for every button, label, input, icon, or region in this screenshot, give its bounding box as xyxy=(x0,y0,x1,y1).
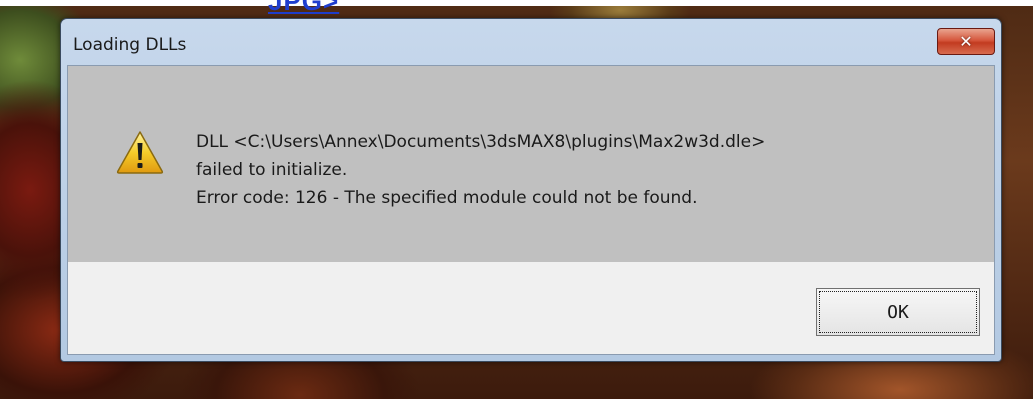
message-line-failed: failed to initialize. xyxy=(196,160,348,180)
warning-icon xyxy=(116,131,164,174)
ok-button-label: OK xyxy=(887,301,909,323)
message-line-dll-path: DLL <C:\Users\Annex\Documents\3dsMAX8\pl… xyxy=(196,132,766,152)
dialog-client-area: DLL <C:\Users\Annex\Documents\3dsMAX8\pl… xyxy=(67,65,995,355)
error-dialog: Loading DLLs ✕ DLL <C:\Users\Annex\Docum… xyxy=(60,18,1002,362)
close-icon: ✕ xyxy=(959,31,973,51)
message-area: DLL <C:\Users\Annex\Documents\3dsMAX8\pl… xyxy=(68,66,994,262)
background-link-fragment[interactable]: JPG> xyxy=(268,0,339,17)
bottom-white-strip xyxy=(0,399,1033,403)
dialog-title: Loading DLLs xyxy=(73,35,187,55)
button-area: OK xyxy=(68,262,994,354)
ok-button[interactable]: OK xyxy=(816,288,980,336)
top-white-strip xyxy=(0,0,1033,6)
close-button[interactable]: ✕ xyxy=(937,28,995,55)
error-message: DLL <C:\Users\Annex\Documents\3dsMAX8\pl… xyxy=(196,128,765,212)
message-line-error-code: Error code: 126 - The specified module c… xyxy=(196,188,698,208)
dialog-titlebar[interactable]: Loading DLLs ✕ xyxy=(61,19,1001,65)
